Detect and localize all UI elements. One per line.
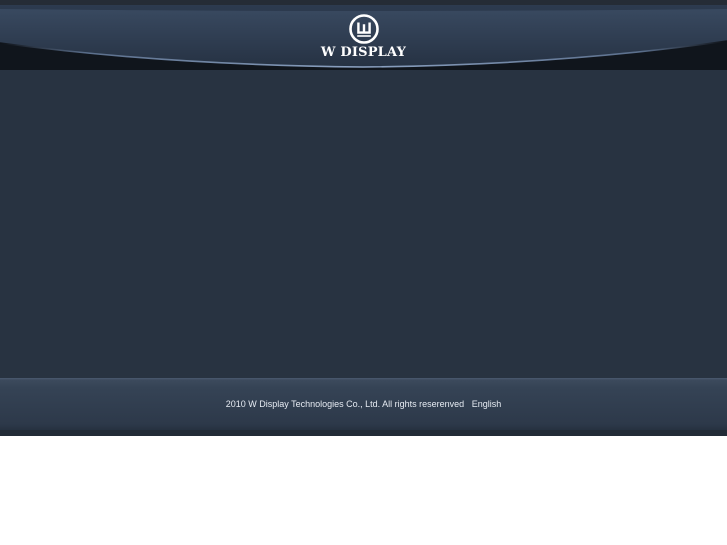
brand-name: W DISPLAY [320, 45, 407, 60]
w-circle-logo-icon [348, 14, 379, 44]
page: W DISPLAY 2010 W Display Technologies Co… [0, 0, 727, 545]
footer-text-line: 2010 W Display Technologies Co., Ltd. Al… [0, 398, 727, 410]
footer-bottom-strip [0, 430, 727, 436]
brand-logo[interactable]: W DISPLAY [0, 14, 727, 62]
site-footer: 2010 W Display Technologies Co., Ltd. Al… [0, 378, 727, 436]
language-link-english[interactable]: English [472, 399, 502, 409]
main-content-area [0, 70, 727, 378]
site-header: W DISPLAY [0, 0, 727, 70]
copyright-text: 2010 W Display Technologies Co., Ltd. Al… [225, 399, 465, 409]
